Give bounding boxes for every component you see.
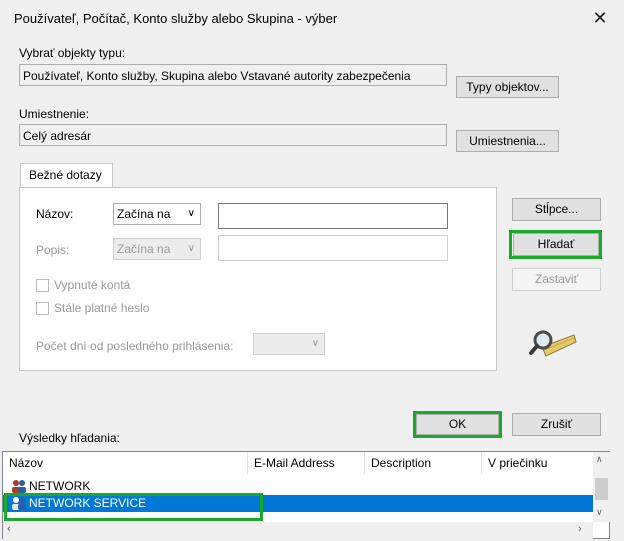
disabled-accounts-checkbox[interactable] — [36, 279, 49, 292]
description-mode-select[interactable]: Začína na ∨ — [113, 238, 201, 260]
scroll-right-icon[interactable]: › — [578, 523, 582, 535]
location-label: Umiestnenie: — [19, 107, 90, 121]
group-users-icon — [12, 480, 26, 493]
chevron-down-icon: ∨ — [187, 243, 195, 254]
close-icon[interactable]: ✕ — [590, 8, 610, 28]
location-field: Celý adresár — [19, 124, 447, 146]
horizontal-scrollbar[interactable]: ‹ › — [3, 522, 593, 539]
description-input[interactable] — [218, 235, 448, 261]
column-header-description[interactable]: Description — [365, 452, 482, 474]
days-since-login-label: Počet dní od posledného prihlásenia: — [36, 339, 234, 353]
scroll-up-icon[interactable]: ∧ — [596, 454, 603, 465]
name-input[interactable] — [218, 203, 448, 229]
search-magnifier-icon — [529, 330, 577, 357]
selected-row-highlight — [4, 493, 263, 521]
name-mode-value: Začína na — [117, 207, 171, 221]
column-header-folder[interactable]: V priečinku — [482, 452, 593, 474]
disabled-accounts-label: Vypnuté kontá — [54, 278, 131, 292]
scrollbar-thumb[interactable] — [595, 478, 608, 500]
results-label: Výsledky hľadania: — [19, 431, 120, 445]
description-mode-value: Začína na — [117, 242, 171, 256]
common-queries-panel: Názov: Začína na ∨ Popis: Začína na ∨ Vy… — [19, 187, 497, 371]
columns-button[interactable]: Stĺpce... — [512, 198, 601, 221]
days-since-login-select[interactable]: ∨ — [253, 333, 325, 355]
description-label: Popis: — [36, 243, 70, 257]
chevron-down-icon: ∨ — [311, 338, 319, 349]
column-header-email[interactable]: E-Mail Address — [248, 452, 365, 474]
name-mode-select[interactable]: Začína na ∨ — [113, 203, 201, 225]
tab-common-queries[interactable]: Bežné dotazy — [20, 163, 113, 188]
name-label: Názov: — [36, 207, 74, 221]
non-expiring-password-checkbox[interactable] — [36, 302, 49, 315]
find-button[interactable]: Hľadať — [513, 233, 599, 256]
object-types-label: Vybrať objekty typu: — [19, 46, 126, 60]
non-expiring-password-label: Stále platné heslo — [54, 301, 150, 315]
ok-button[interactable]: OK — [416, 414, 499, 435]
scroll-down-icon[interactable]: ∨ — [596, 507, 603, 518]
chevron-down-icon: ∨ — [187, 208, 195, 219]
scroll-left-icon[interactable]: ‹ — [7, 523, 11, 535]
object-types-field: Používateľ, Konto služby, Skupina alebo … — [19, 64, 447, 86]
window-title: Používateľ, Počítač, Konto služby alebo … — [14, 11, 338, 26]
locations-button[interactable]: Umiestnenia... — [456, 130, 559, 152]
cancel-button[interactable]: Zrušiť — [512, 413, 601, 436]
stop-button[interactable]: Zastaviť — [512, 268, 601, 291]
object-types-button[interactable]: Typy objektov... — [456, 76, 559, 98]
vertical-scrollbar[interactable]: ∧ ∨ — [593, 452, 610, 522]
column-header-name[interactable]: Názov — [3, 452, 248, 474]
